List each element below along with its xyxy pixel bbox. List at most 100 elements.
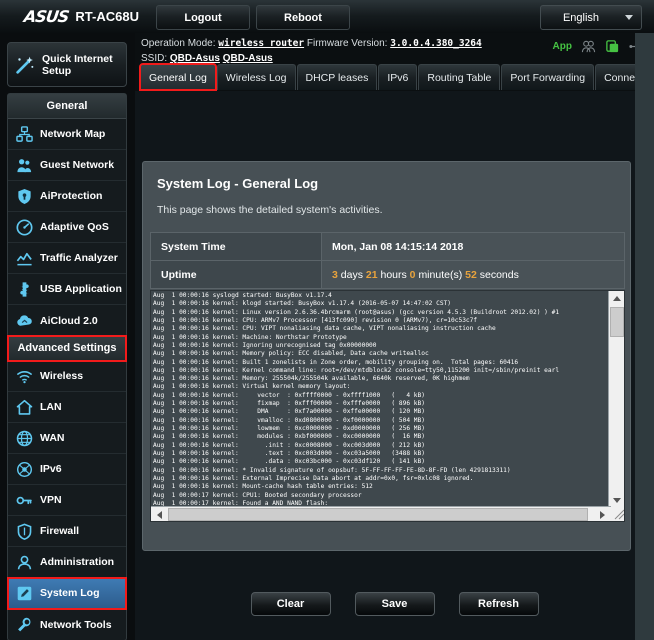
sidebar-item-label: Firewall: [40, 525, 80, 537]
globe-icon: [16, 430, 33, 446]
sidebar-item-wireless[interactable]: Wireless: [8, 361, 126, 392]
sidebar-item-label: VPN: [40, 494, 62, 506]
sidebar-item-guest-network[interactable]: Guest Network: [8, 150, 126, 181]
vertical-scroll-thumb[interactable]: [610, 307, 624, 337]
cloud-icon: [17, 315, 32, 326]
sidebar-item-aiprotection[interactable]: AiProtection: [8, 181, 126, 212]
table-row: System Time Mon, Jan 08 14:15:14 2018: [150, 232, 625, 261]
sidebar: Quick Internet Setup General Network Map…: [0, 33, 135, 640]
tab-routing-table[interactable]: Routing Table: [418, 64, 501, 90]
uptime-hours-label: hours: [380, 268, 407, 281]
sidebar-item-label: AiCloud 2.0: [40, 314, 98, 327]
action-buttons: Clear Save Refresh: [150, 592, 639, 616]
sidebar-item-lan[interactable]: LAN: [8, 392, 126, 423]
log-content: Aug 1 00:00:16 syslogd started: BusyBox …: [153, 292, 560, 507]
system-log-card: System Log - General Log This page shows…: [142, 161, 631, 616]
usb-device-icon[interactable]: [605, 39, 620, 54]
tab-port-forwarding[interactable]: Port Forwarding: [501, 64, 595, 90]
sidebar-item-label: WAN: [40, 432, 65, 444]
main-panel: System Log - General Log This page shows…: [135, 91, 635, 640]
sidebar-item-network-map[interactable]: Network Map: [8, 119, 126, 150]
triangle-left-icon: [156, 510, 162, 519]
firmware-value[interactable]: 3.0.0.4.380_3264: [390, 38, 482, 49]
uptime-seconds-label: seconds: [479, 268, 519, 281]
brand: ASUS RT-AC68U: [22, 7, 139, 26]
sidebar-item-administration[interactable]: Administration: [8, 547, 126, 578]
router-model: RT-AC68U: [75, 9, 139, 24]
menu-advanced: Advanced Settings Wireless LAN WAN IPv6 VPN F…: [7, 335, 127, 640]
triangle-down-icon: [613, 498, 621, 503]
menu-advanced-header[interactable]: Advanced Settings: [7, 335, 127, 362]
network-map-icon: [16, 125, 33, 142]
gauge-icon: [16, 218, 33, 236]
tab-bar: General Log Wireless Log DHCP leases IPv6 Ro…: [139, 63, 654, 91]
quick-internet-setup-label: Quick Internet Setup: [42, 52, 113, 77]
sidebar-item-label: System Log: [40, 587, 100, 599]
operation-mode-label: Operation Mode:: [141, 38, 216, 49]
refresh-button[interactable]: Refresh: [458, 592, 539, 616]
sidebar-item-firewall[interactable]: Firewall: [8, 516, 126, 547]
user-icon: [17, 555, 32, 569]
info-key: Uptime: [150, 260, 322, 289]
shield-lock-icon: [18, 188, 31, 204]
logout-button[interactable]: Logout: [156, 5, 250, 30]
shield-icon: [17, 522, 32, 540]
textarea-resize-handle[interactable]: [611, 506, 624, 521]
ssid-5ghz[interactable]: QBD-Asus: [223, 53, 273, 64]
language-select[interactable]: English: [540, 5, 642, 30]
language-label: English: [562, 11, 600, 24]
horizontal-scroll-thumb[interactable]: [168, 508, 588, 521]
tab-general-log[interactable]: General Log: [139, 63, 217, 91]
sidebar-item-label: Traffic Analyzer: [40, 252, 118, 264]
sidebar-item-network-tools[interactable]: Network Tools: [8, 609, 126, 640]
uptime-days-label: days: [340, 268, 363, 281]
operation-mode-value[interactable]: wireless router: [218, 38, 304, 49]
scroll-left-button[interactable]: [151, 507, 167, 521]
log-horizontal-scrollbar[interactable]: [151, 506, 624, 521]
tab-wireless-log[interactable]: Wireless Log: [216, 64, 296, 90]
asus-logo: ASUS: [22, 7, 70, 26]
triangle-right-icon: [599, 510, 605, 519]
guest-network-icon: [17, 158, 32, 172]
sidebar-item-ipv6[interactable]: IPv6: [8, 454, 126, 485]
sidebar-item-label: Network Map: [40, 128, 106, 140]
tab-ipv6[interactable]: IPv6: [378, 64, 418, 90]
sidebar-item-label: Network Tools: [40, 618, 112, 631]
ssid-row: SSID: QBD-Asus QBD-Asus: [141, 53, 273, 64]
top-bar: ASUS RT-AC68U Logout Reboot English: [0, 0, 654, 34]
tab-dhcp-leases[interactable]: DHCP leases: [296, 64, 378, 90]
reboot-button[interactable]: Reboot: [256, 5, 350, 30]
clear-button[interactable]: Clear: [250, 592, 331, 616]
right-edge-panel: [635, 33, 654, 640]
quick-internet-setup-button[interactable]: Quick Internet Setup: [7, 42, 127, 87]
app-link[interactable]: App: [553, 41, 572, 52]
sidebar-item-system-log[interactable]: System Log: [7, 577, 127, 610]
vpn-key-icon: [16, 496, 32, 504]
sidebar-item-traffic-analyzer[interactable]: Traffic Analyzer: [8, 243, 126, 274]
router-admin-page: ASUS RT-AC68U Logout Reboot English Oper…: [0, 0, 654, 640]
sidebar-item-usb-application[interactable]: USB Application: [8, 274, 126, 305]
log-vertical-scrollbar[interactable]: [608, 291, 624, 508]
uptime-minutes: 0: [409, 268, 416, 281]
chart-line-icon: [16, 252, 32, 265]
save-button[interactable]: Save: [354, 592, 435, 616]
scroll-up-button[interactable]: [609, 291, 624, 306]
chevron-down-icon: [625, 15, 633, 20]
guest-network-icon[interactable]: [581, 39, 596, 54]
sidebar-item-wan[interactable]: WAN: [8, 423, 126, 454]
scroll-right-button[interactable]: [594, 507, 610, 521]
home-icon: [16, 399, 33, 415]
menu-general-header[interactable]: General: [8, 94, 126, 119]
uptime-days: 3: [332, 268, 338, 281]
log-textarea[interactable]: Aug 1 00:00:16 syslogd started: BusyBox …: [150, 290, 625, 522]
ssid-24ghz[interactable]: QBD-Asus: [170, 53, 220, 64]
sidebar-item-aicloud-2-0[interactable]: AiCloud 2.0: [8, 305, 126, 336]
sidebar-item-vpn[interactable]: VPN: [8, 485, 126, 516]
menu-general: General Network Map Guest Network AiProtec…: [7, 93, 127, 337]
sidebar-item-label: Adaptive QoS: [40, 221, 109, 233]
resize-grip-icon: [614, 509, 624, 520]
sidebar-item-label: LAN: [40, 401, 62, 413]
uptime-seconds: 52: [465, 268, 477, 281]
sidebar-item-adaptive-qos[interactable]: Adaptive QoS: [8, 212, 126, 243]
wrench-icon: [18, 617, 31, 632]
